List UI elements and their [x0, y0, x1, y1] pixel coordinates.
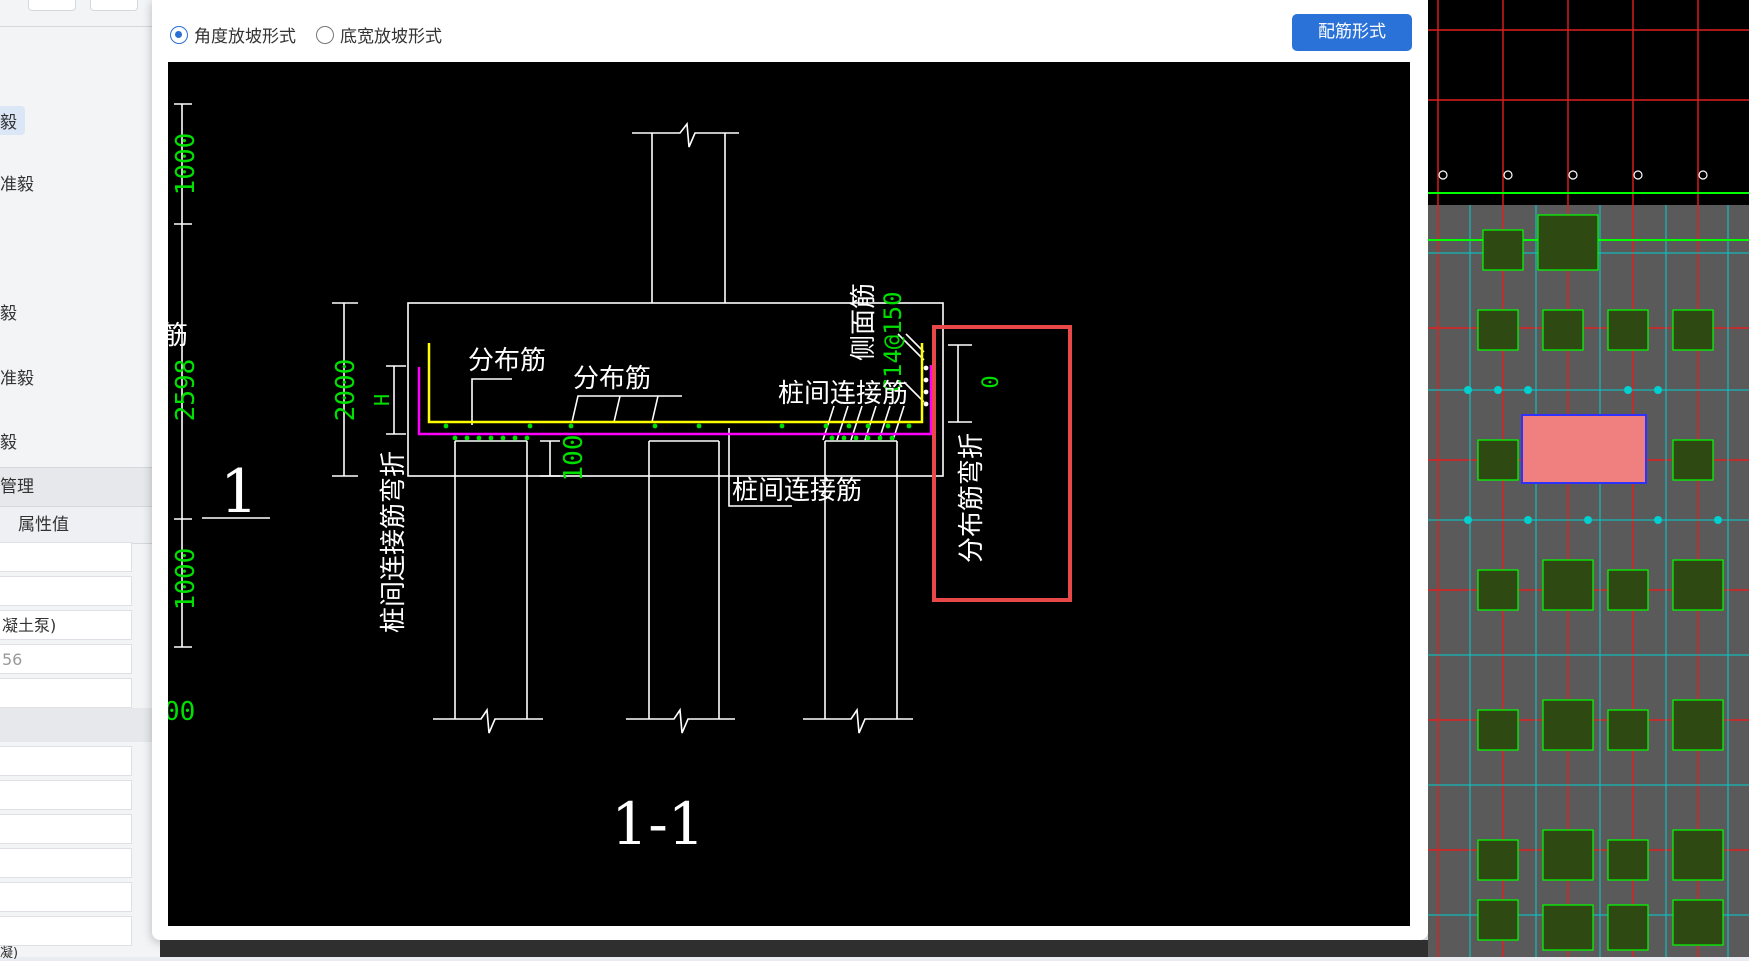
- label-distribution-2: 分布筋: [573, 364, 651, 394]
- dim-total-2598: 2598: [171, 359, 201, 422]
- list-item[interactable]: 毅: [0, 428, 17, 453]
- label-partial-jin: 筋: [168, 321, 188, 351]
- property-field[interactable]: [0, 542, 132, 572]
- section-divider: [0, 708, 160, 742]
- radio-width-slope[interactable]: 底宽放坡形式: [316, 22, 442, 47]
- label-distribution-1: 分布筋: [468, 346, 546, 376]
- side-rebar-dots: [923, 365, 929, 407]
- list-item[interactable]: 毅: [0, 299, 17, 324]
- radio-angle-label: 角度放坡形式: [194, 27, 296, 47]
- property-field[interactable]: [0, 916, 132, 946]
- dim-h: H: [370, 394, 394, 406]
- divider: [0, 26, 160, 27]
- radio-selected-icon[interactable]: [170, 25, 188, 44]
- section-title: 1-1: [611, 790, 704, 858]
- list-item[interactable]: 准毅: [0, 170, 34, 195]
- label-pile-connect-1: 桩间连接筋: [778, 379, 908, 409]
- section-title: 管理: [0, 467, 160, 506]
- property-field[interactable]: [0, 814, 132, 844]
- leader-line: [571, 395, 682, 423]
- section-mark: 1: [220, 457, 258, 527]
- radio-width-label: 底宽放坡形式: [340, 27, 442, 47]
- column-top-break: [632, 121, 739, 148]
- property-panel: 毅 准毅 毅 准毅 毅 管理 属性值 凝土泵) 56 凝): [0, 0, 160, 961]
- dim-top-1000: 1000: [171, 133, 201, 196]
- label-side-bar: 侧面筋: [849, 283, 879, 361]
- dim-cap-2000: 2000: [331, 359, 361, 422]
- toolbar-tab[interactable]: [90, 0, 138, 11]
- drawing-canvas[interactable]: 1000 2598 1000 2000 H 100 00 0 C14@150 筋…: [168, 62, 1410, 926]
- dim-bottom-1000: 1000: [171, 548, 201, 611]
- dim-cover-100: 100: [559, 435, 589, 482]
- list-item[interactable]: 毅: [0, 106, 25, 135]
- side-rebar-spec: C14@150: [879, 291, 907, 392]
- cad-plan-drawing: [1428, 0, 1749, 957]
- leader-line: [651, 395, 659, 423]
- rebar-mode-button[interactable]: 配筋形式: [1292, 14, 1412, 51]
- label-pile-connect-bend: 桩间连接筋弯折: [379, 451, 409, 633]
- list-item[interactable]: 准毅: [0, 364, 34, 389]
- property-field[interactable]: [0, 678, 132, 708]
- annotation-texts: 筋 1 分布筋 分布筋 桩间连接筋 桩间连接筋 侧面筋 桩间连接筋弯折 分布筋弯…: [168, 283, 987, 858]
- leader-line: [613, 395, 621, 423]
- label-dist-bend: 分布筋弯折: [957, 433, 987, 563]
- property-field[interactable]: [0, 882, 132, 912]
- column-header-value: 属性值: [18, 515, 69, 535]
- property-field[interactable]: [0, 576, 132, 606]
- toolbar-tab[interactable]: [28, 0, 76, 11]
- dim-right-0: 0: [979, 375, 1004, 388]
- dim-edge-00: 00: [168, 697, 195, 727]
- dimension-texts: 1000 2598 1000 2000 H 100 00 0 C14@150: [168, 133, 1004, 727]
- leader-line: [471, 378, 512, 425]
- rebar-dialog: 角度放坡形式 底宽放坡形式 配筋形式 1000 2598 1000 2000 H…: [152, 0, 1428, 940]
- section-drawing: 1000 2598 1000 2000 H 100 00 0 C14@150 筋…: [168, 103, 1072, 858]
- property-field[interactable]: [0, 746, 132, 776]
- property-field[interactable]: [0, 780, 132, 810]
- list-item: 凝): [0, 946, 19, 961]
- cad-model-view[interactable]: [1428, 0, 1749, 957]
- table-header: 属性值: [0, 506, 160, 544]
- radio-angle-slope[interactable]: 角度放坡形式: [170, 22, 296, 47]
- highlight-box: [932, 325, 1072, 602]
- property-field[interactable]: 凝土泵): [0, 610, 132, 640]
- axis-bubbles: [1438, 170, 1708, 180]
- property-field[interactable]: 56: [0, 644, 132, 674]
- outline-lines: [174, 103, 972, 734]
- selected-pile-cap[interactable]: [1521, 414, 1647, 484]
- property-field[interactable]: [0, 848, 132, 878]
- label-pile-connect-2: 桩间连接筋: [732, 476, 862, 506]
- radio-unselected-icon[interactable]: [316, 25, 334, 44]
- bottom-strip: [160, 940, 1428, 957]
